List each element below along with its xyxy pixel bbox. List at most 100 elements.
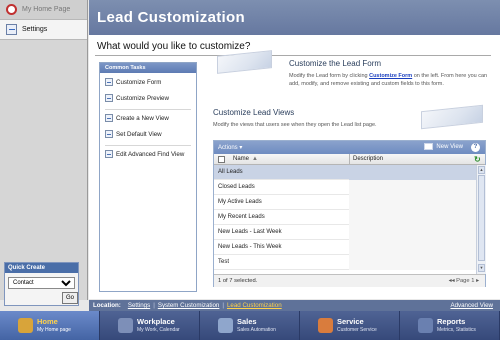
nav-settings[interactable]: Settings [0, 20, 87, 40]
row-description [349, 165, 476, 180]
nav-settings-label: Settings [22, 26, 48, 33]
common-tasks-title: Common Tasks [100, 63, 196, 73]
form-icon [105, 78, 113, 86]
tab-service-label: Service [337, 317, 364, 326]
quick-create-go-button[interactable]: Go [62, 292, 78, 304]
task-edit-advanced-find-view-label: Edit Advanced Find View [116, 150, 185, 158]
home-tab-icon [18, 318, 33, 333]
quick-create-select[interactable]: Contact [8, 277, 75, 289]
service-tab-icon [318, 318, 333, 333]
task-customize-preview[interactable]: Customize Preview [105, 94, 169, 102]
tab-service[interactable]: Service Customer Service [300, 311, 400, 340]
tab-workplace[interactable]: Workplace My Work, Calendar [100, 311, 200, 340]
row-description [349, 225, 476, 240]
page-header: Lead Customization [89, 0, 500, 35]
tab-sales-label: Sales [237, 317, 257, 326]
default-view-icon [105, 130, 113, 138]
table-row[interactable]: Closed Leads [214, 180, 476, 195]
table-row[interactable]: New Leads - This Week [214, 240, 476, 255]
row-description [349, 180, 476, 195]
form-preview-image [217, 50, 272, 74]
row-description [349, 195, 476, 210]
breadcrumb-settings[interactable]: Settings [128, 302, 150, 309]
grid-scrollbar[interactable]: ▲ ▼ [476, 165, 486, 274]
row-name: Test [218, 259, 230, 265]
scroll-thumb[interactable] [478, 175, 485, 261]
refresh-icon[interactable]: ↻ [474, 155, 481, 164]
breadcrumb-lead-customization[interactable]: Lead Customization [227, 302, 282, 309]
new-view-icon [105, 114, 113, 122]
divider [95, 55, 491, 56]
name-column-label: Name [233, 156, 250, 162]
advanced-view-link[interactable]: Advanced View [450, 302, 493, 309]
home-icon [6, 4, 17, 15]
scroll-up-icon[interactable]: ▲ [478, 166, 485, 174]
customize-question: What would you like to customize? [97, 41, 251, 52]
tab-workplace-sub: My Work, Calendar [137, 327, 180, 333]
location-bar: Location: Settings | System Customizatio… [89, 300, 500, 311]
grid-footer: 1 of 7 selected. ◂◂ Page 1 ▸ [214, 274, 485, 287]
selected-count: 1 of 7 selected. [218, 278, 258, 284]
tab-home-label: Home [37, 317, 58, 326]
table-row[interactable]: New Leads - Last Week [214, 225, 476, 240]
breadcrumb-system-customization[interactable]: System Customization [158, 302, 220, 309]
breadcrumb-separator: | [222, 302, 224, 309]
task-create-new-view-label: Create a New View [116, 114, 169, 122]
task-customize-form[interactable]: Customize Form [105, 78, 161, 86]
nav-my-home-page[interactable]: My Home Page [0, 0, 87, 20]
main-content: What would you like to customize? Common… [89, 35, 500, 299]
table-row[interactable]: My Active Leads [214, 195, 476, 210]
location-label: Location: [93, 302, 121, 309]
workplace-tab-icon [118, 318, 133, 333]
select-all-checkbox[interactable] [218, 156, 225, 163]
customize-views-desc: Modify the views that users see when the… [213, 122, 377, 128]
views-grid: Actions ▾ New View ? Name ▲ Description ↻… [213, 140, 486, 287]
first-page-icon[interactable]: ◂◂ [449, 278, 456, 284]
table-row[interactable]: Test [214, 255, 476, 270]
tab-reports[interactable]: Reports Metrics, Statistics [400, 311, 500, 340]
row-name: My Recent Leads [218, 214, 265, 220]
description-column-header[interactable]: Description [353, 156, 383, 162]
tab-reports-label: Reports [437, 317, 466, 326]
main-tab-bar: Home My Home page Workplace My Work, Cal… [0, 311, 500, 340]
column-divider[interactable] [349, 154, 350, 165]
table-row[interactable]: My Recent Leads [214, 210, 476, 225]
page-number: Page 1 [456, 278, 475, 284]
next-page-icon[interactable]: ▸ [474, 278, 479, 284]
task-edit-advanced-find-view[interactable]: Edit Advanced Find View [105, 150, 184, 158]
new-view-label: New View [436, 143, 463, 150]
tab-service-sub: Customer Service [337, 327, 377, 333]
task-set-default-view[interactable]: Set Default View [105, 130, 162, 138]
breadcrumb-separator: | [153, 302, 155, 309]
row-name: All Leads [218, 169, 243, 175]
pager: ◂◂ Page 1 ▸ [449, 278, 479, 284]
tab-home[interactable]: Home My Home page [0, 311, 100, 340]
customize-form-desc-pre: Modify the Lead form by clicking [289, 73, 370, 79]
task-customize-form-label: Customize Form [116, 78, 162, 86]
row-description [349, 210, 476, 225]
tab-home-sub: My Home page [37, 327, 71, 333]
task-separator [105, 109, 191, 110]
customize-form-link[interactable]: Customize Form [369, 73, 412, 79]
tab-sales[interactable]: Sales Sales Automation [200, 311, 300, 340]
page-title: Lead Customization [97, 9, 245, 26]
left-nav: My Home Page Settings Quick Create Conta… [0, 0, 88, 306]
customize-views-title: Customize Lead Views [213, 108, 295, 117]
reports-tab-icon [418, 318, 433, 333]
scroll-down-icon[interactable]: ▼ [478, 264, 485, 272]
task-set-default-view-label: Set Default View [116, 130, 162, 138]
row-description [349, 255, 476, 270]
customize-form-title: Customize the Lead Form [289, 59, 382, 68]
new-view-icon [424, 143, 434, 150]
quick-create-title: Quick Create [5, 263, 78, 273]
common-tasks-panel: Common Tasks Customize Form Customize Pr… [99, 62, 197, 292]
task-create-new-view[interactable]: Create a New View [105, 114, 169, 122]
row-name: Closed Leads [218, 184, 255, 190]
table-row[interactable]: All Leads [214, 165, 476, 180]
help-icon[interactable]: ? [471, 143, 480, 152]
new-view-button[interactable]: New View [424, 143, 463, 150]
preview-icon [105, 94, 113, 102]
actions-menu[interactable]: Actions ▾ [218, 144, 242, 151]
sales-tab-icon [218, 318, 233, 333]
name-column-header[interactable]: Name ▲ [233, 156, 258, 162]
